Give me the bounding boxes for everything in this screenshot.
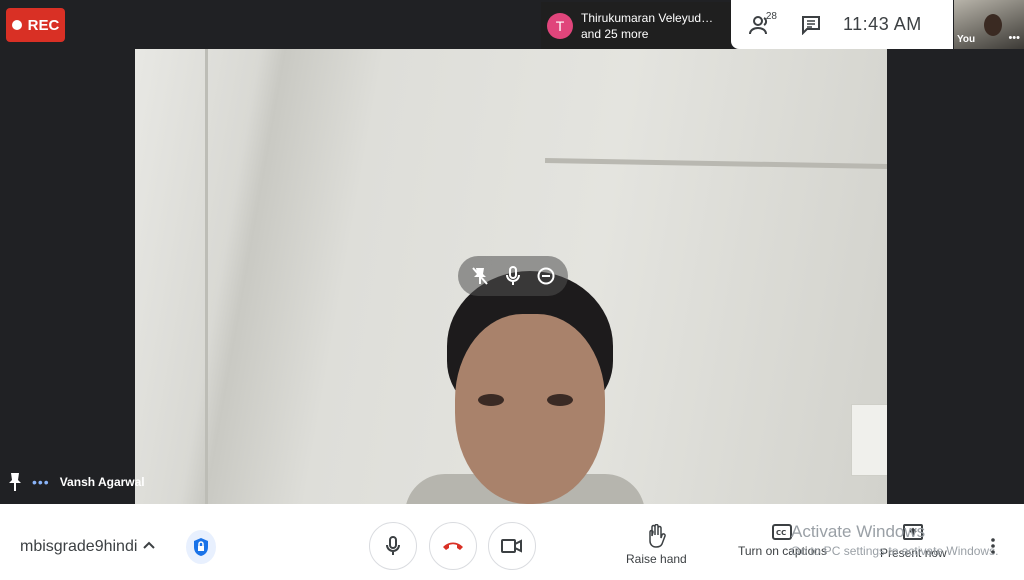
self-view-tile[interactable]: You ••• [954, 0, 1024, 49]
raise-hand-button[interactable]: Raise hand [626, 524, 687, 566]
recording-badge: REC [6, 8, 65, 42]
more-options-button[interactable] [990, 538, 996, 559]
microphone-icon [505, 266, 520, 285]
unpin-button[interactable] [466, 262, 494, 290]
participant-name-tag: ••• Vansh Agarwal [8, 472, 145, 492]
audio-indicator-icon: ••• [32, 474, 50, 490]
tile-controls [458, 256, 568, 296]
svg-text:CC: CC [776, 529, 786, 537]
remove-circle-icon [537, 267, 555, 285]
video-person-eye-left [478, 394, 504, 406]
video-person-eye-right [547, 394, 573, 406]
host-controls-button[interactable] [186, 530, 216, 564]
people-button[interactable]: 28 [741, 5, 781, 45]
self-view-label: You [957, 34, 976, 45]
end-call-button[interactable] [429, 522, 477, 570]
top-panel: 28 11:43 AM [731, 0, 953, 49]
video-person-face [455, 314, 605, 504]
more-vert-icon [991, 538, 995, 554]
participants-more: and 25 more [581, 26, 649, 41]
pin-icon[interactable] [8, 472, 22, 492]
video-camera-icon [501, 539, 522, 553]
people-count: 28 [765, 10, 777, 22]
meeting-name[interactable]: mbisgrade9hindi [20, 538, 137, 556]
unpin-icon [472, 267, 489, 285]
activate-windows-subtitle: Go to PC settings to activate Windows. [791, 544, 999, 558]
chat-icon [802, 15, 820, 35]
microphone-icon [386, 536, 400, 555]
closed-captions-icon: CC [772, 524, 793, 540]
video-pipe [544, 158, 887, 169]
shield-lock-icon [194, 538, 208, 556]
clock: 11:43 AM [843, 14, 922, 34]
participant-name-label: Vansh Agarwal [59, 475, 145, 489]
participants-banner[interactable]: T Thirukumaran Veleyud… and 25 more [541, 2, 731, 49]
activate-windows-title: Activate Windows [791, 522, 926, 541]
video-switch-board [851, 404, 887, 476]
self-view-image [984, 14, 1002, 36]
raise-hand-label: Raise hand [626, 552, 687, 566]
video-wall-edge [205, 49, 208, 504]
record-dot-icon [11, 20, 22, 30]
participant-name: Thirukumaran Veleyud… [581, 10, 714, 25]
hand-icon [649, 524, 667, 548]
bottom-bar: mbisgrade9hindi Raise hand CC Turn on ca… [0, 504, 1024, 580]
meeting-details-button[interactable] [142, 538, 156, 557]
tile-mic-button[interactable] [499, 262, 527, 290]
microphone-button[interactable] [369, 522, 417, 570]
chevron-up-icon [143, 541, 155, 549]
participant-avatar: T [547, 12, 573, 39]
camera-button[interactable] [488, 522, 536, 570]
chat-button[interactable] [791, 5, 831, 45]
self-view-more-icon[interactable]: ••• [1008, 32, 1020, 44]
remove-button[interactable] [532, 262, 560, 290]
recording-label: REC [27, 16, 60, 34]
end-call-icon [443, 542, 463, 550]
